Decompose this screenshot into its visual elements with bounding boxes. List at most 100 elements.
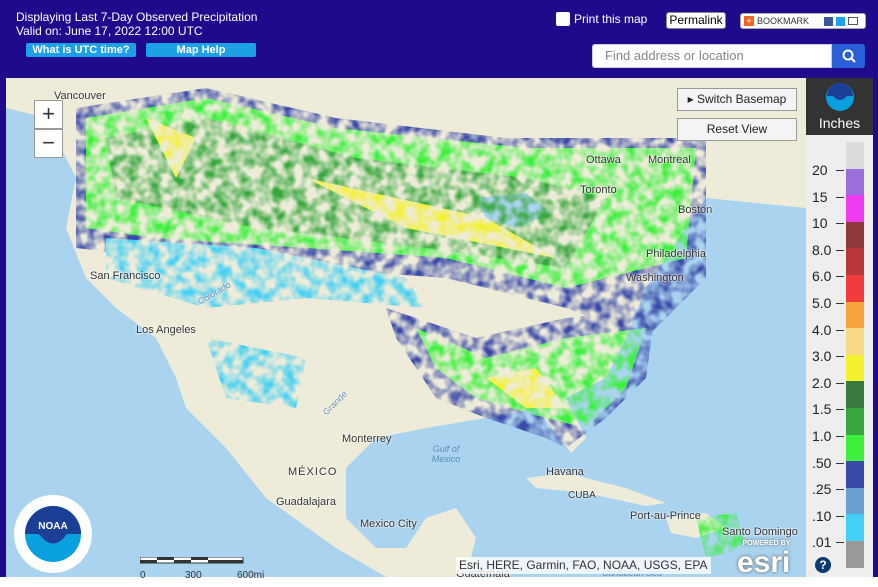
- legend-label: .50: [812, 454, 832, 471]
- zoom-in-button[interactable]: +: [34, 100, 63, 129]
- legend-label: .01: [812, 534, 832, 551]
- legend-unit: Inches: [818, 115, 861, 131]
- legend-tick: [836, 382, 844, 384]
- legend-label: 2.0: [812, 374, 832, 391]
- noaa-icon: [825, 83, 854, 111]
- city-label: Santo Domingo: [722, 526, 798, 538]
- legend-swatch: [846, 195, 864, 223]
- email-icon[interactable]: [848, 17, 859, 25]
- legend-label: 5.0: [812, 295, 832, 311]
- basemap: [6, 78, 806, 577]
- legend-swatch: [846, 301, 864, 329]
- legend-tick: [836, 329, 844, 331]
- map-title: Displaying Last 7-Day Observed Precipita…: [16, 10, 257, 38]
- legend-label: 20: [812, 162, 828, 178]
- legend-label: .25: [812, 481, 832, 498]
- legend-label: .10: [812, 507, 832, 524]
- scale-label: 600mi: [237, 570, 265, 581]
- legend-tick: [836, 356, 844, 358]
- legend-tick: [836, 303, 844, 304]
- legend-swatch: [846, 461, 864, 489]
- twitter-icon[interactable]: [836, 16, 846, 26]
- legend-label: 4.0: [812, 321, 832, 338]
- legend-swatch: [846, 221, 864, 249]
- legend-swatch: [846, 248, 864, 276]
- legend-label: 15: [812, 188, 828, 205]
- help-icon[interactable]: ?: [815, 557, 831, 573]
- legend-tick: [836, 515, 844, 517]
- legend-tick: [836, 409, 844, 411]
- search-input[interactable]: Find address or location: [592, 44, 832, 68]
- legend: Inches 20 15 10 8.0 6.0 5.0 4.0 3.0 2.0 1.5 1.0 .50…: [806, 78, 873, 577]
- legend-tick: [836, 276, 844, 278]
- city-label: Havana: [546, 466, 584, 478]
- noaa-logo: NOAA: [14, 495, 92, 573]
- legend-label: 10: [812, 215, 828, 232]
- city-label: Washington: [626, 272, 684, 284]
- search-icon: [842, 49, 856, 63]
- legend-swatch: [846, 275, 864, 302]
- scale-bar: 0 300 600mi: [139, 552, 264, 582]
- zoom-out-button[interactable]: −: [34, 129, 63, 158]
- city-label: Mexico City: [360, 518, 417, 530]
- valid-date: Valid on: June 17, 2022 12:00 UTC: [16, 24, 203, 38]
- switch-basemap-button[interactable]: ▸ Switch Basemap: [677, 88, 797, 111]
- utc-time-button[interactable]: What is UTC time?: [26, 43, 136, 57]
- legend-swatch: [846, 142, 864, 169]
- esri-logo: POWERED BY esri: [737, 540, 791, 579]
- city-label: Montreal: [648, 154, 691, 166]
- plus-icon: +: [744, 16, 754, 26]
- scale-label: 300: [185, 570, 202, 581]
- print-map-button[interactable]: Print this map: [556, 12, 647, 26]
- city-label: Port-au-Prince: [630, 510, 701, 522]
- printer-icon: [556, 12, 570, 26]
- search-button[interactable]: [832, 44, 865, 68]
- legend-tick: [836, 462, 844, 464]
- header: Displaying Last 7-Day Observed Precipita…: [0, 0, 878, 78]
- water-label: Gulf of Mexico: [431, 444, 461, 464]
- city-label: Guadalajara: [276, 496, 336, 508]
- city-label: San Francisco: [90, 270, 161, 282]
- map-help-button[interactable]: Map Help: [146, 43, 256, 57]
- legend-tick: [836, 223, 844, 225]
- legend-swatch: [846, 381, 864, 409]
- legend-label: 1.0: [812, 428, 832, 444]
- legend-swatch: [846, 354, 864, 382]
- frame: [873, 78, 878, 577]
- legend-swatch: [846, 541, 864, 568]
- facebook-icon[interactable]: [824, 16, 834, 26]
- city-label: Los Angeles: [136, 324, 196, 336]
- bookmark-button[interactable]: + BOOKMARK: [740, 13, 866, 29]
- legend-tick: [836, 489, 844, 491]
- legend-tick: [836, 196, 844, 198]
- title-text: Displaying Last 7-Day Observed Precipita…: [16, 10, 258, 24]
- city-label: Toronto: [580, 184, 617, 196]
- country-label: MÉXICO: [288, 466, 338, 478]
- legend-swatch: [846, 487, 864, 515]
- city-label: Philadelphia: [646, 248, 706, 260]
- legend-swatch: [846, 168, 864, 196]
- legend-label: 6.0: [812, 268, 832, 285]
- legend-tick: [836, 170, 844, 171]
- country-label: CUBA: [568, 490, 596, 501]
- city-label: Boston: [678, 204, 713, 216]
- reset-view-button[interactable]: Reset View: [677, 118, 797, 141]
- svg-text:NOAA: NOAA: [38, 521, 67, 532]
- attribution: Esri, HERE, Garmin, FAO, NOAA, USGS, EPA: [456, 557, 711, 574]
- legend-tick: [836, 249, 844, 251]
- legend-label: 3.0: [812, 348, 832, 365]
- city-label: Vancouver: [54, 90, 106, 102]
- legend-swatch: [846, 514, 864, 542]
- scale-label: 0: [140, 570, 146, 581]
- permalink-button[interactable]: Permalink: [666, 12, 726, 29]
- legend-tick: [836, 436, 844, 437]
- legend-label: 8.0: [812, 241, 832, 258]
- legend-swatch: [846, 408, 864, 435]
- legend-swatch: [846, 328, 864, 356]
- legend-tick: [836, 542, 844, 544]
- legend-swatch: [846, 434, 864, 462]
- map-view[interactable]: + − ▸ Switch Basemap Reset View Vancouve…: [6, 78, 806, 577]
- print-label: Print this map: [574, 12, 648, 26]
- legend-header: Inches: [806, 78, 873, 135]
- switch-basemap-label: Switch Basemap: [696, 92, 787, 106]
